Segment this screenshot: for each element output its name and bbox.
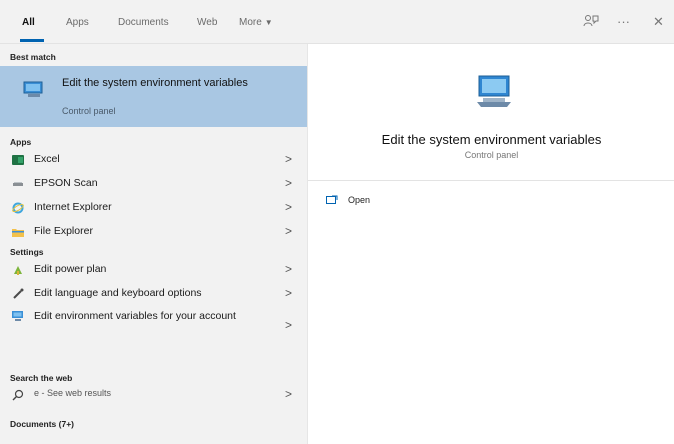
monitor-icon: [22, 80, 46, 100]
list-item-label: File Explorer: [34, 225, 93, 237]
list-item-internet-explorer[interactable]: Internet Explorer >: [0, 196, 307, 220]
tab-all[interactable]: All: [22, 17, 35, 28]
open-icon: [326, 195, 338, 205]
file-explorer-icon: [12, 226, 24, 238]
list-item-web-results[interactable]: e - See web results >: [0, 383, 307, 407]
results-panel: Best match Edit the system environment v…: [0, 44, 307, 444]
list-item-label: Edit power plan: [34, 263, 107, 275]
chevron-down-icon: ▼: [264, 18, 273, 27]
chevron-right-icon[interactable]: >: [285, 200, 292, 214]
chevron-right-icon[interactable]: >: [285, 152, 292, 166]
best-match-heading: Best match: [10, 52, 56, 62]
preview-title: Edit the system environment variables: [381, 132, 602, 147]
search-web-heading: Search the web: [10, 373, 73, 383]
list-item-epson-scan[interactable]: EPSON Scan >: [0, 172, 307, 196]
chevron-right-icon[interactable]: >: [285, 387, 292, 401]
feedback-icon[interactable]: [583, 14, 599, 31]
divider: [308, 180, 674, 181]
list-item-label: EPSON Scan: [34, 177, 98, 189]
best-match-subtitle: Control panel: [62, 106, 116, 116]
chevron-right-icon[interactable]: >: [285, 318, 292, 332]
monitor-icon: [12, 310, 24, 322]
list-item-edit-language[interactable]: Edit language and keyboard options >: [0, 282, 307, 306]
active-tab-indicator: [20, 39, 44, 42]
best-match-title: Edit the system environment variables: [62, 77, 248, 89]
chevron-right-icon[interactable]: >: [285, 176, 292, 190]
more-options-icon[interactable]: ···: [617, 14, 630, 29]
best-match-item[interactable]: Edit the system environment variables Co…: [0, 66, 307, 127]
open-label: Open: [348, 195, 371, 205]
chevron-right-icon[interactable]: >: [285, 224, 292, 238]
tab-more[interactable]: More ▼: [239, 17, 273, 28]
list-item-file-explorer[interactable]: File Explorer >: [0, 220, 307, 244]
list-item-edit-power-plan[interactable]: Edit power plan >: [0, 258, 307, 282]
search-header: All Apps Documents Web More ▼ ··· ✕: [0, 0, 674, 44]
tab-more-label: More: [239, 17, 262, 28]
open-action[interactable]: Open: [326, 192, 446, 210]
preview-panel: Edit the system environment variables Co…: [307, 44, 674, 444]
epson-scan-icon: [12, 178, 24, 190]
settings-heading: Settings: [10, 247, 44, 257]
preview-subtitle: Control panel: [464, 150, 519, 160]
close-icon[interactable]: ✕: [653, 14, 664, 30]
tab-apps[interactable]: Apps: [66, 17, 89, 28]
monitor-icon: [475, 74, 515, 110]
list-item-edit-env-vars-account[interactable]: Edit environment variables for your acco…: [0, 306, 307, 340]
documents-heading: Documents (7+): [10, 419, 74, 429]
language-icon: [12, 288, 24, 300]
tab-documents[interactable]: Documents: [118, 17, 169, 28]
apps-heading: Apps: [10, 137, 32, 147]
internet-explorer-icon: [12, 202, 24, 214]
chevron-right-icon[interactable]: >: [285, 286, 292, 300]
list-item-label: Edit environment variables for your acco…: [34, 310, 236, 322]
power-plan-icon: [12, 264, 24, 276]
chevron-right-icon[interactable]: >: [285, 262, 292, 276]
list-item-label: Internet Explorer: [34, 201, 112, 213]
tab-web[interactable]: Web: [197, 17, 217, 28]
search-icon: [12, 389, 24, 401]
list-item-label: e - See web results: [34, 388, 112, 398]
list-item-label: Edit language and keyboard options: [34, 287, 202, 299]
list-item-excel[interactable]: Excel >: [0, 148, 307, 172]
excel-icon: [12, 154, 24, 166]
list-item-label: Excel: [34, 153, 60, 165]
